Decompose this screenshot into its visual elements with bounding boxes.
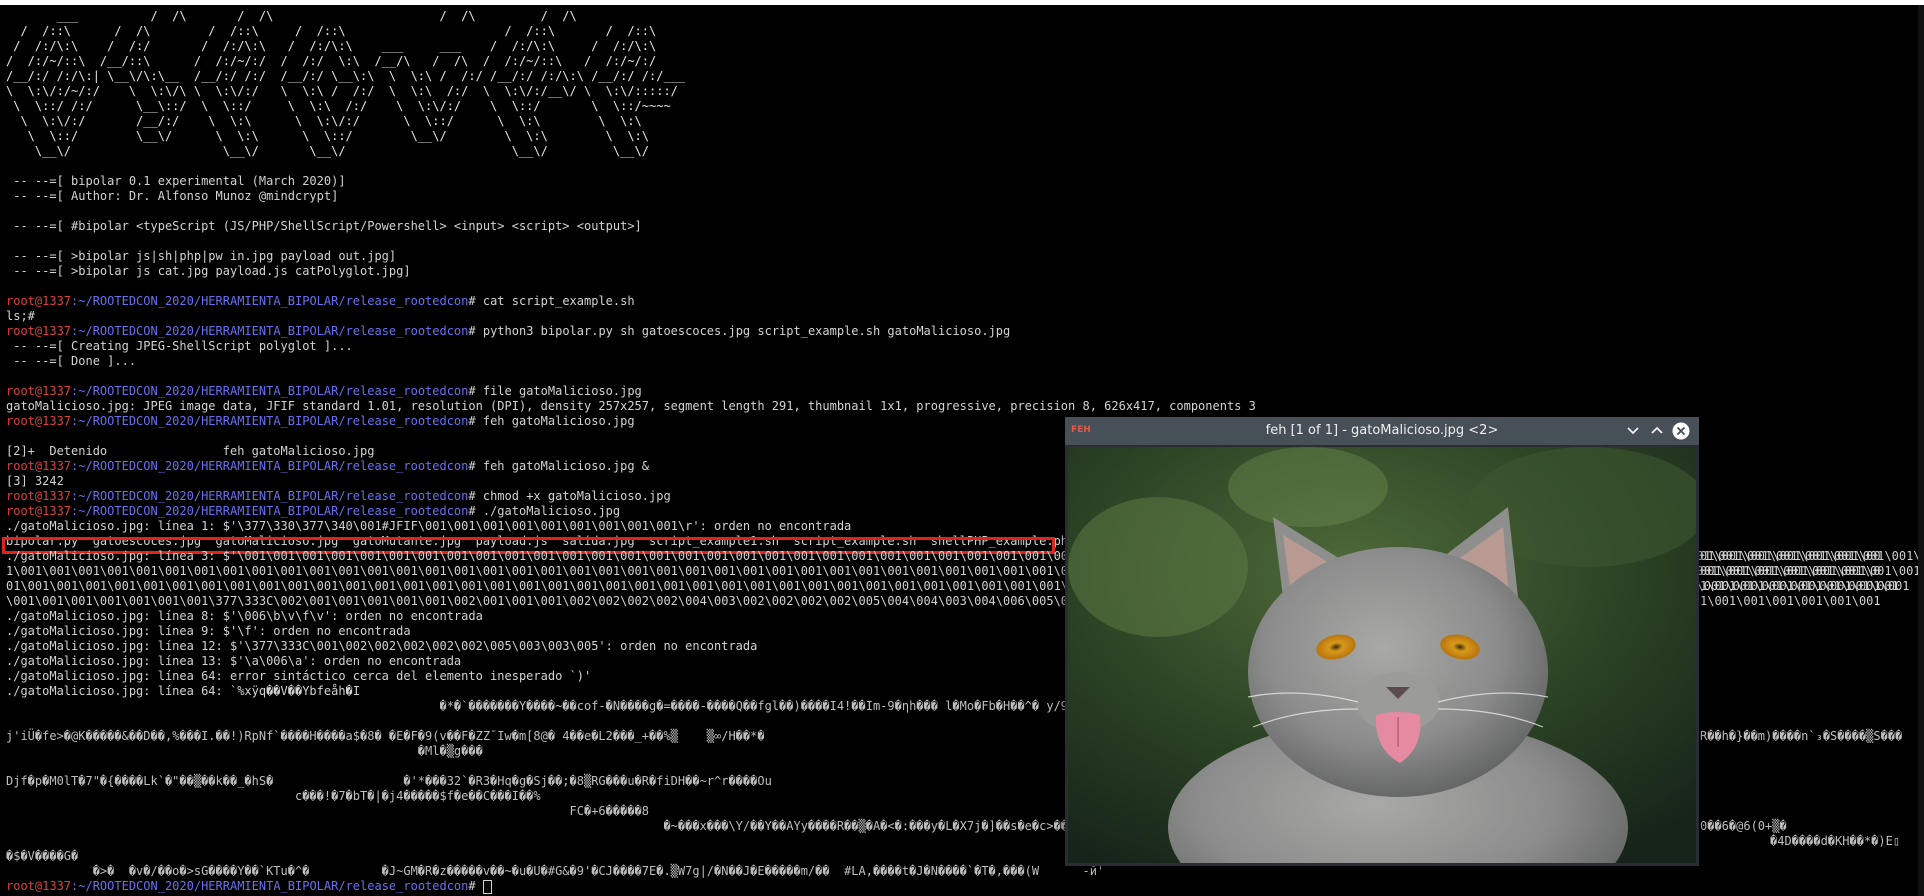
output-line-right: 01\001\001\001\001\001\00 — [1700, 549, 1881, 563]
chevron-up-icon[interactable] — [1648, 422, 1666, 440]
binary-noise-line: j'iÜ�fe>�@K�����&��D��,%���I.��!)RpNf`��… — [6, 729, 765, 743]
chevron-down-icon[interactable] — [1624, 422, 1642, 440]
binary-noise-line: �Ml�▒g��� — [6, 744, 483, 758]
output-line: [2]+ Detenido feh gatoMalicioso.jpg — [6, 444, 375, 458]
banner-line: / /:/~/::\ /__/::\ / /:/~/:/ / /:/ \:\ /… — [6, 54, 657, 68]
prompt-sign: # — [468, 879, 483, 893]
binary-noise-right: �4D����d�KH��*�)E▯ — [1770, 834, 1901, 848]
output-line-right: 1\001\001\001\001\001\001 — [1700, 594, 1881, 608]
prompt-path: :~/ROOTEDCON_2020/HERRAMIENTA_BIPOLAR/re… — [71, 324, 469, 338]
window-title: feh [1 of 1] - gatoMalicioso.jpg <2> — [1265, 423, 1499, 438]
prompt-sign: # — [468, 294, 483, 308]
prompt-user: root@1337 — [6, 504, 72, 518]
banner-line: /__/:/ /:/\:| \__\/\:\__ /__/:/ /:/ /__/… — [6, 69, 686, 83]
banner-line: / /:/\:\ / /:/ / /:/\:\ / /:/\:\ ___ ___… — [6, 39, 657, 53]
binary-noise-line: c���!�7�bT�|�j4�����$f�e��C���I��% — [6, 789, 541, 803]
prompt-user: root@1337 — [6, 324, 72, 338]
prompt-line: root@1337:~/ROOTEDCON_2020/HERRAMIENTA_B… — [6, 294, 635, 309]
prompt-line: root@1337:~/ROOTEDCON_2020/HERRAMIENTA_B… — [6, 489, 671, 504]
info-line: -- --=[ >bipolar js|sh|php|pw in.jpg pay… — [6, 249, 397, 263]
output-line: ./gatoMalicioso.jpg: línea 64: error sin… — [6, 669, 592, 683]
prompt-line[interactable]: root@1337:~/ROOTEDCON_2020/HERRAMIENTA_B… — [6, 879, 492, 894]
prompt-sign: # — [468, 504, 483, 518]
prompt-sign: # — [468, 324, 483, 338]
cat-photo — [1068, 447, 1696, 863]
output-line: ./gatoMalicioso.jpg: línea 8: $'\006\b\v… — [6, 609, 483, 623]
prompt-user: root@1337 — [6, 459, 72, 473]
prompt-line: root@1337:~/ROOTEDCON_2020/HERRAMIENTA_B… — [6, 324, 1010, 339]
output-line: ./gatoMalicioso.jpg: línea 64: `%xÿq��V�… — [6, 684, 361, 698]
prompt-path: :~/ROOTEDCON_2020/HERRAMIENTA_BIPOLAR/re… — [71, 504, 469, 518]
prompt-user: root@1337 — [6, 294, 72, 308]
output-line: gatoMalicioso.jpg: JPEG image data, JFIF… — [6, 399, 1256, 413]
output-line: -- --=[ Creating JPEG-ShellScript polygl… — [6, 339, 353, 353]
prompt-path: :~/ROOTEDCON_2020/HERRAMIENTA_BIPOLAR/re… — [71, 414, 469, 428]
prompt-path: :~/ROOTEDCON_2020/HERRAMIENTA_BIPOLAR/re… — [71, 879, 469, 893]
banner-line: \ \:\/:/ /__/:/ \ \:\ \ \:\/:/ \ \::/ \ … — [6, 114, 642, 128]
prompt-path: :~/ROOTEDCON_2020/HERRAMIENTA_BIPOLAR/re… — [71, 384, 469, 398]
prompt-line: root@1337:~/ROOTEDCON_2020/HERRAMIENTA_B… — [6, 504, 620, 519]
feh-titlebar[interactable]: FEH feh [1 of 1] - gatoMalicioso.jpg <2> — [1065, 417, 1699, 445]
info-line: -- --=[ >bipolar js cat.jpg payload.js c… — [6, 264, 411, 278]
command-text: ./gatoMalicioso.jpg — [482, 504, 621, 518]
command-text: chmod +x gatoMalicioso.jpg — [482, 489, 671, 503]
terminal-scrollbar[interactable] — [1918, 5, 1924, 896]
info-line: -- --=[ Author: Dr. Alfonso Munoz @mindc… — [6, 189, 339, 203]
info-line: -- --=[ bipolar 0.1 experimental (March … — [6, 174, 346, 188]
command-text: feh gatoMalicioso.jpg — [482, 414, 635, 428]
binary-noise-line: Djf�p�M0lT�7"�{����Lk`�"��▒��k��_�hS� �'… — [6, 774, 772, 788]
output-line: ls;# — [6, 309, 35, 323]
output-line: [3] 3242 — [6, 474, 64, 488]
prompt-user: root@1337 — [6, 879, 72, 893]
prompt-path: :~/ROOTEDCON_2020/HERRAMIENTA_BIPOLAR/re… — [71, 489, 469, 503]
binary-noise-line: �>� �v�/��o�>sG����Y��`KTu�^� �J~GM�R�z�… — [6, 864, 1105, 878]
binary-noise-line: �~���x���\Y/��Y��AYy����R��▒�A�<�:���y�L… — [6, 819, 1170, 833]
prompt-user: root@1337 — [6, 384, 72, 398]
output-line: ./gatoMalicioso.jpg: línea 13: $'\a\006\… — [6, 654, 462, 668]
close-icon[interactable] — [1672, 422, 1690, 440]
cursor — [482, 879, 492, 894]
binary-noise-right: 0��6�@6(0+▒� — [1700, 819, 1787, 833]
banner-line: / /::\ / /\ / /::\ / /::\ / /::\ / /::\ — [6, 24, 657, 38]
prompt-path: :~/ROOTEDCON_2020/HERRAMIENTA_BIPOLAR/re… — [71, 294, 469, 308]
feh-window[interactable]: FEH feh [1 of 1] - gatoMalicioso.jpg <2> — [1065, 417, 1699, 866]
prompt-sign: # — [468, 384, 483, 398]
banner-line: \ \:\/:/~/:/ \ \:\/\ \ \:\/:/ \ \:\ / /:… — [6, 84, 678, 98]
prompt-line: root@1337:~/ROOTEDCON_2020/HERRAMIENTA_B… — [6, 384, 642, 399]
command-text: feh gatoMalicioso.jpg & — [482, 459, 650, 473]
prompt-line: root@1337:~/ROOTEDCON_2020/HERRAMIENTA_B… — [6, 414, 635, 429]
banner-line: \ \::/ /:/ \__\::/ \ \::/ \ \:\ /:/ \ \:… — [6, 99, 671, 113]
prompt-user: root@1337 — [6, 489, 72, 503]
banner-line: ___ / /\ / /\ / /\ / /\ — [6, 9, 577, 23]
output-line: -- --=[ Done ]... — [6, 354, 137, 368]
info-line: -- --=[ #bipolar <typeScript (JS/PHP/She… — [6, 219, 642, 233]
prompt-sign: # — [468, 489, 483, 503]
output-line: ./gatoMalicioso.jpg: línea 1: $'\377\330… — [6, 519, 852, 533]
output-line: ./gatoMalicioso.jpg: línea 9: $'\f': ord… — [6, 624, 411, 638]
command-text: file gatoMalicioso.jpg — [482, 384, 642, 398]
prompt-user: root@1337 — [6, 414, 72, 428]
binary-noise-line: �$�V����G� — [6, 849, 79, 863]
prompt-line: root@1337:~/ROOTEDCON_2020/HERRAMIENTA_B… — [6, 459, 649, 474]
prompt-sign: # — [468, 459, 483, 473]
binary-noise-right: R��h�}��m)����n`₃�S����▒S��� — [1700, 729, 1903, 743]
output-line-right: 001\001\001\001\001\001\0 — [1700, 564, 1881, 578]
prompt-path: :~/ROOTEDCON_2020/HERRAMIENTA_BIPOLAR/re… — [71, 459, 469, 473]
binary-noise-line: FC�+6�����8 — [6, 804, 649, 818]
binary-noise-line: �*�`�������Y����~��cof-�N����g�=����-���… — [6, 699, 1170, 713]
output-line: ./gatoMalicioso.jpg: línea 12: $'\377\33… — [6, 639, 758, 653]
command-text: python3 bipolar.py sh gatoescoces.jpg sc… — [482, 324, 1011, 338]
banner-line: \__\/ \__\/ \__\/ \__\/ \__\/ — [6, 144, 649, 158]
banner-line: \ \::/ \__\/ \ \:\ \ \::/ \__\/ \ \:\ \ … — [6, 129, 649, 143]
output-line-right: 1\001\001\001\001\001\001\001 — [1700, 579, 1910, 593]
prompt-sign: # — [468, 414, 483, 428]
command-text: cat script_example.sh — [482, 294, 635, 308]
